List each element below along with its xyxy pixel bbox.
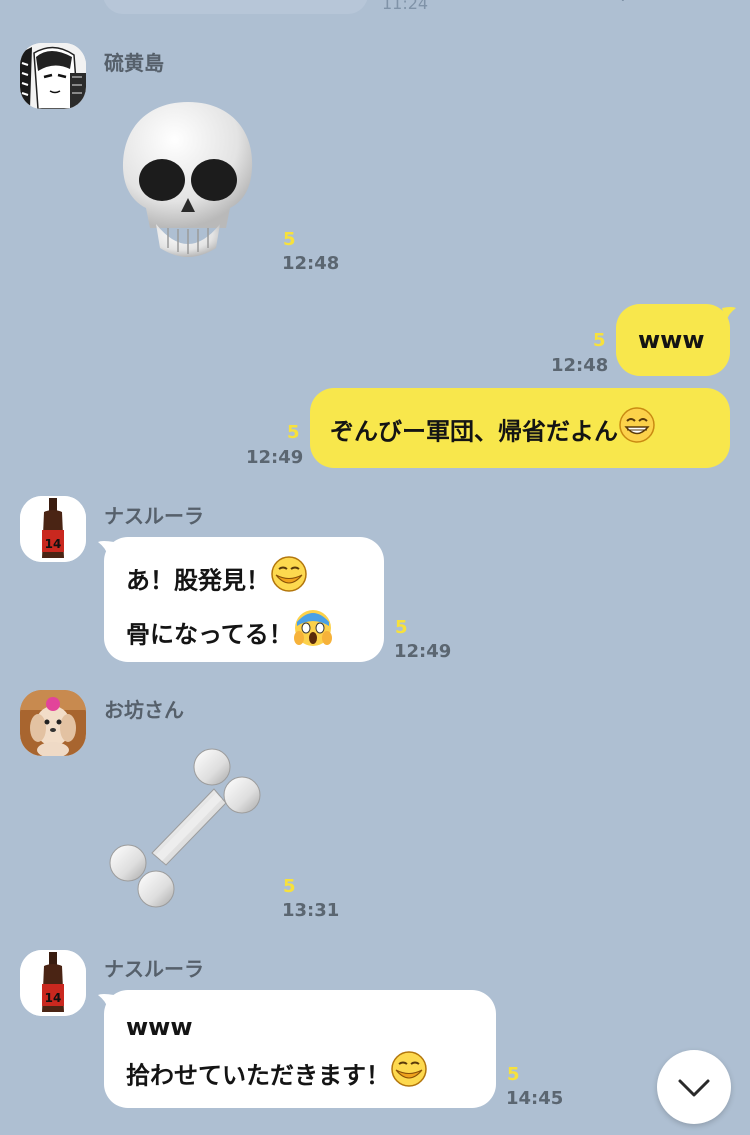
- sender-name: ナスルーラ: [104, 957, 204, 981]
- incoming-message-bubble[interactable]: あ！股発見！ 骨になってる！: [104, 537, 384, 662]
- message-text-line: 骨になってる！: [126, 620, 293, 649]
- sender-name: お坊さん: [104, 698, 184, 722]
- bottle-label: 14: [45, 991, 62, 1005]
- sender-name: ナスルーラ: [104, 504, 204, 528]
- read-indicator: 5: [287, 422, 300, 443]
- avatar-nasrula[interactable]: 14: [20, 950, 86, 1016]
- outgoing-message-bubble[interactable]: ぞんびー軍団、帰省だよん: [310, 388, 730, 468]
- chevron-down-icon: [678, 1079, 710, 1097]
- manga-portrait-icon: [20, 43, 86, 109]
- message-text-line: あ！股発見！: [126, 566, 270, 595]
- avatar-iojima[interactable]: [20, 43, 86, 109]
- message-time: 12:49: [246, 447, 304, 468]
- bottle-label: 14: [45, 537, 62, 551]
- message-text-line: www: [126, 1013, 193, 1041]
- read-indicator: 5: [283, 229, 296, 250]
- skull-sticker[interactable]: [118, 98, 258, 267]
- sake-bottle-icon: 14: [20, 950, 86, 1016]
- outgoing-message-bubble[interactable]: www: [616, 304, 730, 376]
- read-indicator: 5: [283, 876, 296, 897]
- partial-message-bubble[interactable]: [103, 0, 368, 14]
- sender-name: 硫黄島: [104, 51, 164, 75]
- message-time: 13:31: [282, 900, 340, 921]
- dog-photo-icon: [20, 690, 86, 756]
- bone-sticker[interactable]: [104, 745, 264, 914]
- bubble-tail: [722, 307, 736, 322]
- message-time: 12:48: [551, 355, 609, 376]
- message-text: www: [638, 326, 705, 354]
- message-time: 14:45: [506, 1088, 564, 1109]
- grinning-emoji: [618, 406, 656, 459]
- screaming-emoji: [293, 608, 333, 663]
- message-time: 12:49: [394, 641, 452, 662]
- message-text: ぞんびー軍団、帰省だよん: [330, 417, 618, 446]
- partial-message-time: 11:24: [382, 0, 429, 13]
- avatar-obousan[interactable]: [20, 690, 86, 756]
- message-time: 12:48: [282, 253, 340, 274]
- sake-bottle-icon: 14: [20, 496, 86, 562]
- read-indicator: 5: [395, 617, 408, 638]
- partial-read-glyph: ·: [620, 0, 626, 11]
- message-text-line: 拾わせていただきます！: [126, 1061, 390, 1090]
- laughing-emoji: [270, 555, 308, 608]
- laughing-emoji: [390, 1050, 428, 1103]
- incoming-message-bubble[interactable]: www 拾わせていただきます！: [104, 990, 496, 1108]
- avatar-nasrula[interactable]: 14: [20, 496, 86, 562]
- read-indicator: 5: [507, 1064, 520, 1085]
- scroll-to-bottom-button[interactable]: [657, 1050, 731, 1124]
- read-indicator: 5: [593, 330, 606, 351]
